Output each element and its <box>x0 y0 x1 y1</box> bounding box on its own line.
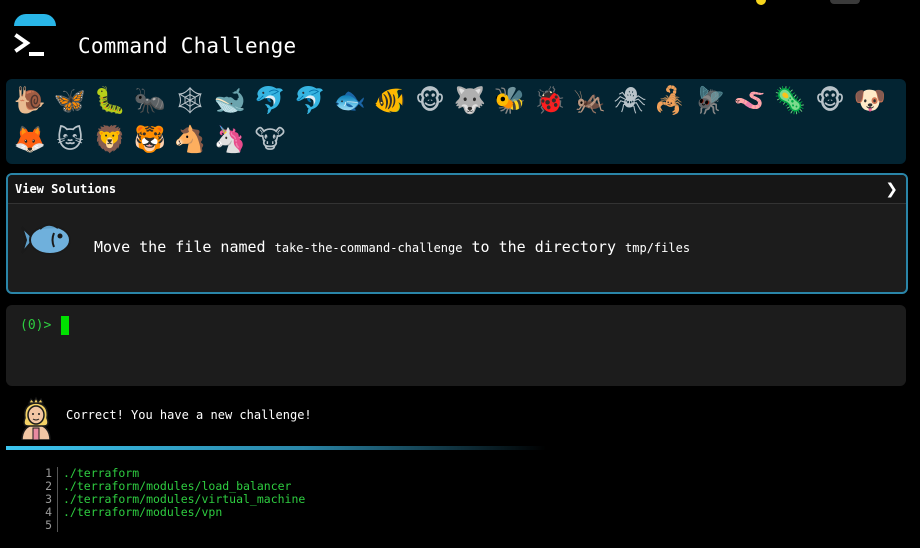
animal-challenge-icon[interactable]: 🐵 <box>410 82 450 120</box>
challenge-filename: take-the-command-challenge <box>274 241 463 255</box>
animal-challenge-icon[interactable]: 🪱 <box>730 82 770 120</box>
animal-challenge-icon[interactable]: 🐺 <box>450 82 490 120</box>
challenge-panel: View Solutions ❯ Move the file named tak… <box>6 173 908 294</box>
animal-challenge-icon[interactable]: 🐬 <box>250 82 290 120</box>
animal-challenge-icon[interactable]: 🐬 <box>290 82 330 120</box>
view-solutions-label: View Solutions <box>15 182 117 196</box>
animal-challenge-icon[interactable]: 🐱 <box>50 121 90 159</box>
terminal-cursor <box>61 316 69 335</box>
output-line: 5 <box>36 519 305 532</box>
challenge-directory: tmp/files <box>625 241 691 255</box>
animal-challenge-icon[interactable]: 🦄 <box>210 121 250 159</box>
animal-challenge-icon[interactable]: 🐯 <box>130 121 170 159</box>
animal-challenge-icon[interactable]: 🐌 <box>10 82 50 120</box>
animal-challenge-icon[interactable]: 🕸 <box>170 82 210 120</box>
app-title: Command Challenge <box>78 34 297 58</box>
animal-challenge-icon[interactable]: 🐋 <box>210 82 250 120</box>
animal-challenge-icon[interactable]: 🐛 <box>90 82 130 120</box>
fish-icon <box>21 223 71 255</box>
terminal-prompt-icon <box>14 33 44 56</box>
animal-challenge-icon[interactable]: 🐝 <box>490 82 530 120</box>
animal-challenge-icon[interactable]: 🐟 <box>330 82 370 120</box>
animal-challenge-icon[interactable]: 🦠 <box>770 82 810 120</box>
challenge-description: Move the file named take-the-command-cha… <box>94 238 690 256</box>
output-line: 4 ./terraform/modules/vpn <box>36 506 305 519</box>
chevron-right-icon[interactable]: ❯ <box>885 180 898 198</box>
animal-challenge-icon[interactable]: 🕷 <box>610 82 650 120</box>
terminal-input-area[interactable]: (0)> <box>6 305 906 386</box>
animal-row: 🦊 🐱 🦁 🐯 🐴 🦄 🐮 <box>10 121 290 159</box>
top-right-avatar[interactable] <box>830 0 860 4</box>
progress-bar <box>6 446 546 450</box>
animal-challenge-icon[interactable]: 🐞 <box>530 82 570 120</box>
animal-challenge-icon[interactable]: 🐮 <box>250 121 290 159</box>
animal-challenge-icon[interactable]: 🦋 <box>50 82 90 120</box>
top-right-badge <box>756 0 766 5</box>
animal-challenge-icon[interactable]: 🐵 <box>810 82 850 120</box>
animal-challenge-icon[interactable]: 🐜 <box>130 82 170 120</box>
file-path <box>58 519 63 532</box>
top-decoration <box>14 14 56 26</box>
animal-challenge-icon[interactable]: 🪰 <box>690 82 730 120</box>
animal-challenge-icon[interactable]: 🐴 <box>170 121 210 159</box>
animal-challenge-icon[interactable]: 🐶 <box>850 82 890 120</box>
view-solutions-toggle[interactable]: View Solutions ❯ <box>8 175 906 204</box>
challenge-text-middle: to the directory <box>462 238 626 256</box>
terminal-prompt: (0)> <box>20 318 52 333</box>
animal-challenge-icon[interactable]: 🦗 <box>570 82 610 120</box>
file-path: ./terraform/modules/vpn <box>63 505 223 519</box>
challenge-text-prefix: Move the file named <box>94 238 275 256</box>
animal-challenge-icon[interactable]: 🦊 <box>10 121 50 159</box>
animal-challenge-icon[interactable]: 🦁 <box>90 121 130 159</box>
command-output: 1 ./terraform 2 ./terraform/modules/load_ba… <box>36 467 305 532</box>
animal-challenge-icon[interactable]: 🦂 <box>650 82 690 120</box>
challenge-animal-bar: 🐌 🦋 🐛 🐜 🕸 🐋 🐬 🐬 🐟 🐠 🐵 🐺 🐝 🐞 🦗 🕷 🦂 🪰 🪱 🦠 🐵 🐶 🦊 🐱 🦁 🐯 🐴 🦄 🐮 <box>6 79 906 164</box>
person-icon <box>21 396 51 440</box>
status-message: Correct! You have a new challenge! <box>66 408 312 422</box>
animal-row: 🐌 🦋 🐛 🐜 🕸 🐋 🐬 🐬 🐟 🐠 🐵 🐺 🐝 🐞 🦗 🕷 🦂 🪰 🪱 🦠 🐵 🐶 <box>10 82 890 120</box>
line-number: 5 <box>36 519 58 532</box>
animal-challenge-icon[interactable]: 🐠 <box>370 82 410 120</box>
